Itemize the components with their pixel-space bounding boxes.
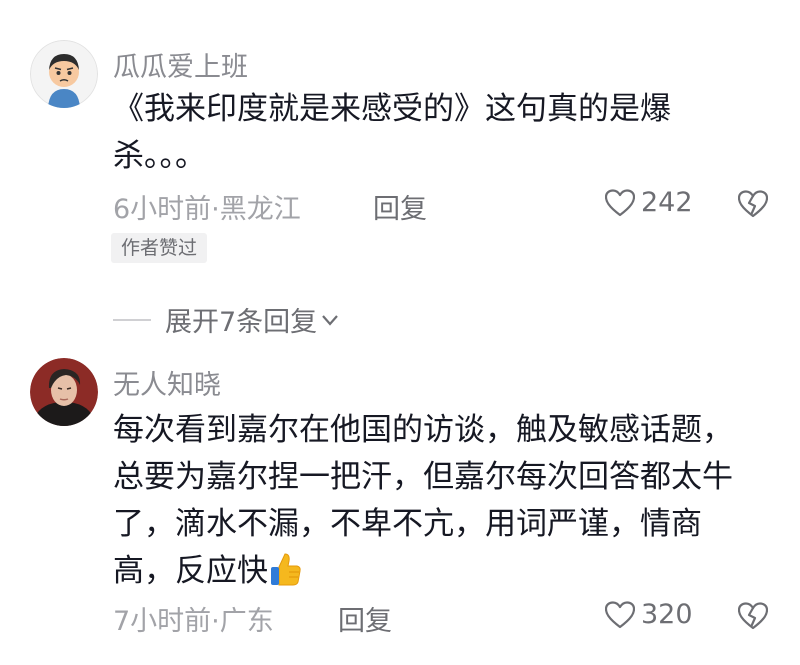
comment-meta: 6小时前·黑龙江 — [113, 194, 301, 225]
comment-text-content: 每次看到嘉尔在他国的访谈，触及敏感话题，总要为嘉尔捏一把汗，但嘉尔每次回答都太牛… — [113, 412, 733, 589]
like-button[interactable]: 320 — [605, 599, 693, 630]
like-count: 320 — [641, 599, 693, 630]
heart-outline-icon — [605, 600, 635, 628]
chevron-down-icon — [322, 314, 339, 326]
dislike-button[interactable] — [738, 602, 768, 630]
broken-heart-icon — [738, 190, 768, 218]
comment-username[interactable]: 无人知晓 — [113, 363, 221, 402]
author-liked-badge: 作者赞过 — [111, 233, 208, 263]
expand-replies-label: 展开7条回复 — [165, 307, 318, 338]
dislike-button[interactable] — [738, 190, 768, 218]
like-count: 242 — [641, 187, 693, 218]
avatar-image — [30, 358, 98, 426]
thumbs-up-emoji — [271, 553, 301, 586]
avatar-image — [30, 40, 98, 108]
avatar[interactable] — [30, 40, 98, 108]
comment-text: 每次看到嘉尔在他国的访谈，触及敏感话题，总要为嘉尔捏一把汗，但嘉尔每次回答都太牛… — [113, 407, 753, 595]
comment-username[interactable]: 瓜瓜爱上班 — [113, 45, 248, 84]
expand-divider — [113, 318, 151, 321]
comment-text: 《我来印度就是来感受的》这句真的是爆杀。。。 — [113, 91, 671, 174]
reply-button[interactable]: 回复 — [373, 187, 427, 226]
broken-heart-icon — [738, 602, 768, 630]
expand-replies-button[interactable]: 展开7条回复 — [113, 300, 339, 339]
reply-button[interactable]: 回复 — [338, 599, 392, 638]
avatar[interactable] — [30, 358, 98, 426]
like-button[interactable]: 242 — [605, 187, 693, 218]
heart-outline-icon — [605, 188, 635, 216]
comment-meta: 7小时前·广东 — [113, 606, 274, 637]
